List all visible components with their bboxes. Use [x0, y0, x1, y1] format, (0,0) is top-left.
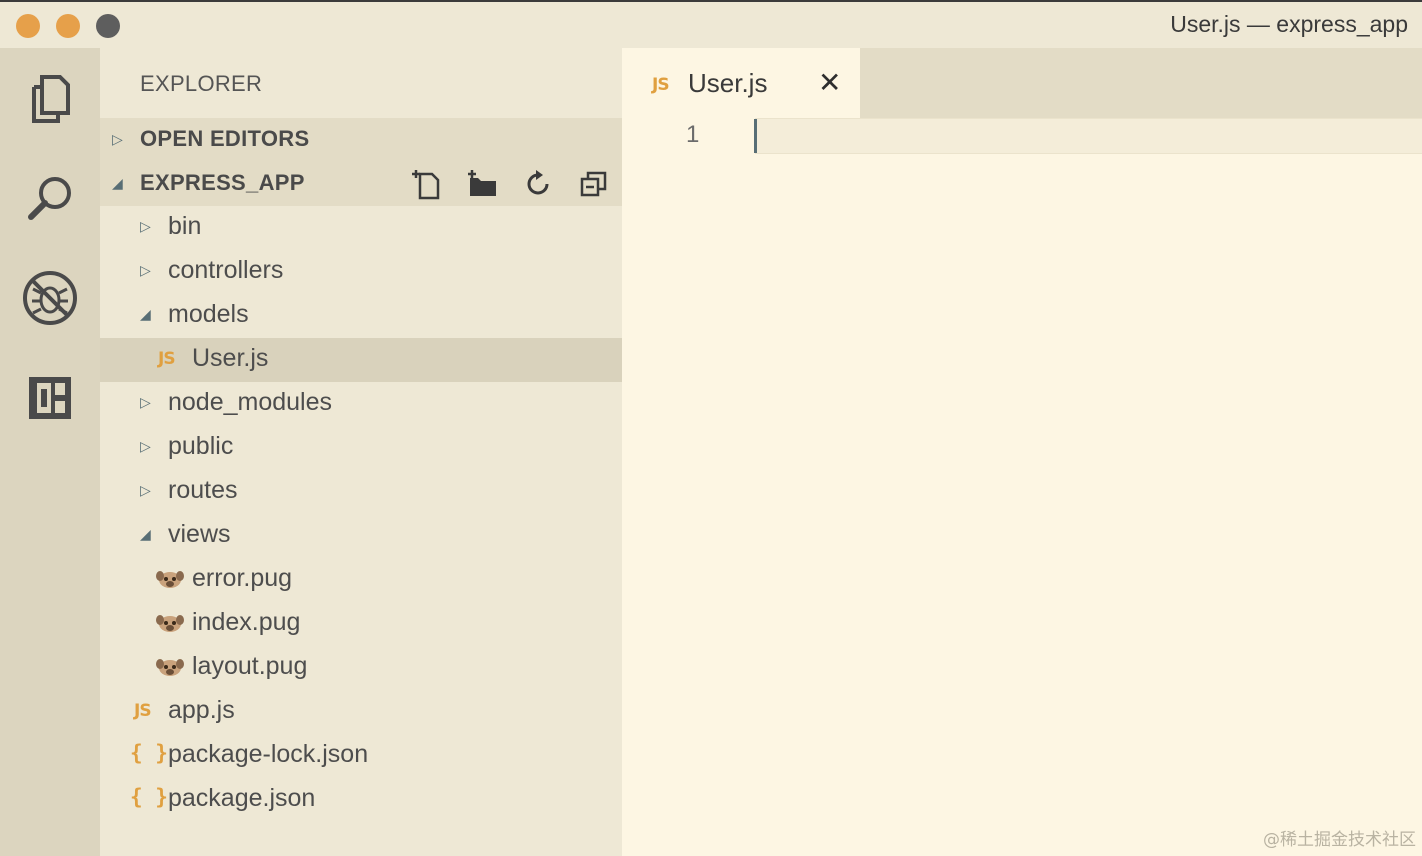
tree-item-label: views	[168, 520, 231, 548]
tree-file-layout-pug[interactable]: layout.pug	[100, 646, 622, 690]
current-line-highlight	[755, 118, 1422, 154]
js-file-icon: JS	[158, 349, 176, 369]
tree-item-label: layout.pug	[192, 652, 308, 680]
chevron-right-icon: ▷	[140, 395, 151, 411]
pug-file-icon	[156, 570, 184, 595]
tree-folder-bin[interactable]: ▷ bin	[100, 206, 622, 250]
pug-file-icon	[156, 614, 184, 639]
js-file-icon: JS	[652, 75, 670, 95]
title-bar: User.js — express_app	[0, 0, 1422, 48]
chevron-down-icon: ◢	[140, 527, 151, 543]
tree-item-label: bin	[168, 212, 202, 240]
tree-item-label: package-lock.json	[168, 740, 369, 768]
collapse-all-icon[interactable]	[576, 166, 612, 202]
tree-folder-routes[interactable]: ▷ routes	[100, 470, 622, 514]
tree-file-package-lock-json[interactable]: { } package-lock.json	[100, 734, 622, 778]
explorer-sidebar: EXPLORER ▷ OPEN EDITORS ◢ EXPRESS_APP ▷ …	[100, 48, 622, 856]
tree-item-label: error.pug	[192, 564, 293, 592]
json-file-icon: { }	[130, 741, 168, 765]
tree-file-user-js[interactable]: JS User.js	[100, 338, 622, 382]
tree-item-label: public	[168, 432, 234, 460]
tree-folder-controllers[interactable]: ▷ controllers	[100, 250, 622, 294]
search-icon[interactable]	[20, 168, 80, 228]
tree-file-app-js[interactable]: JS app.js	[100, 690, 622, 734]
chevron-down-icon: ◢	[112, 176, 123, 192]
close-icon[interactable]: ✕	[818, 66, 841, 99]
window-title: User.js — express_app	[1170, 11, 1408, 37]
tree-file-error-pug[interactable]: error.pug	[100, 558, 622, 602]
tree-item-label: index.pug	[192, 608, 301, 636]
chevron-right-icon: ▷	[140, 483, 151, 499]
tree-item-label: node_modules	[168, 388, 333, 416]
json-file-icon: { }	[130, 785, 168, 809]
tree-folder-models[interactable]: ◢ models	[100, 294, 622, 338]
chevron-right-icon: ▷	[112, 132, 123, 148]
chevron-right-icon: ▷	[140, 219, 151, 235]
explorer-title: EXPLORER	[140, 71, 263, 96]
pug-file-icon	[156, 658, 184, 683]
open-editors-label: OPEN EDITORS	[140, 126, 310, 151]
tree-folder-node-modules[interactable]: ▷ node_modules	[100, 382, 622, 426]
tree-folder-public[interactable]: ▷ public	[100, 426, 622, 470]
tab-label: User.js	[688, 68, 768, 98]
project-header[interactable]: ◢ EXPRESS_APP	[100, 162, 622, 206]
project-label: EXPRESS_APP	[140, 170, 305, 195]
line-number: 1	[686, 121, 700, 148]
tree-item-label: package.json	[168, 784, 316, 812]
new-file-icon[interactable]	[408, 166, 444, 202]
tree-item-label: User.js	[192, 344, 269, 372]
code-editor[interactable]: 1	[622, 118, 1422, 856]
refresh-icon[interactable]	[520, 166, 556, 202]
minimize-window-button[interactable]	[56, 14, 80, 38]
js-file-icon: JS	[134, 701, 152, 721]
editor-tab-bar: JS User.js ✕	[622, 48, 1422, 118]
tree-item-label: models	[168, 300, 249, 328]
watermark: @稀土掘金技术社区	[1263, 830, 1416, 850]
extensions-icon[interactable]	[20, 368, 80, 428]
tree-item-label: controllers	[168, 256, 284, 284]
chevron-right-icon: ▷	[140, 263, 151, 279]
chevron-down-icon: ◢	[140, 307, 151, 323]
close-window-button[interactable]	[16, 14, 40, 38]
no-bug-icon[interactable]	[20, 268, 80, 328]
tab-user-js[interactable]: JS User.js ✕	[622, 48, 860, 118]
tree-item-label: routes	[168, 476, 238, 504]
text-cursor	[754, 119, 757, 153]
tree-item-label: app.js	[168, 696, 235, 724]
open-editors-header[interactable]: ▷ OPEN EDITORS	[100, 118, 622, 162]
activity-bar	[0, 48, 100, 856]
maximize-window-button[interactable]	[96, 14, 120, 38]
chevron-right-icon: ▷	[140, 439, 151, 455]
tree-file-index-pug[interactable]: index.pug	[100, 602, 622, 646]
tree-file-package-json[interactable]: { } package.json	[100, 778, 622, 822]
tree-folder-views[interactable]: ◢ views	[100, 514, 622, 558]
files-icon[interactable]	[20, 68, 80, 128]
new-folder-icon[interactable]	[464, 166, 500, 202]
